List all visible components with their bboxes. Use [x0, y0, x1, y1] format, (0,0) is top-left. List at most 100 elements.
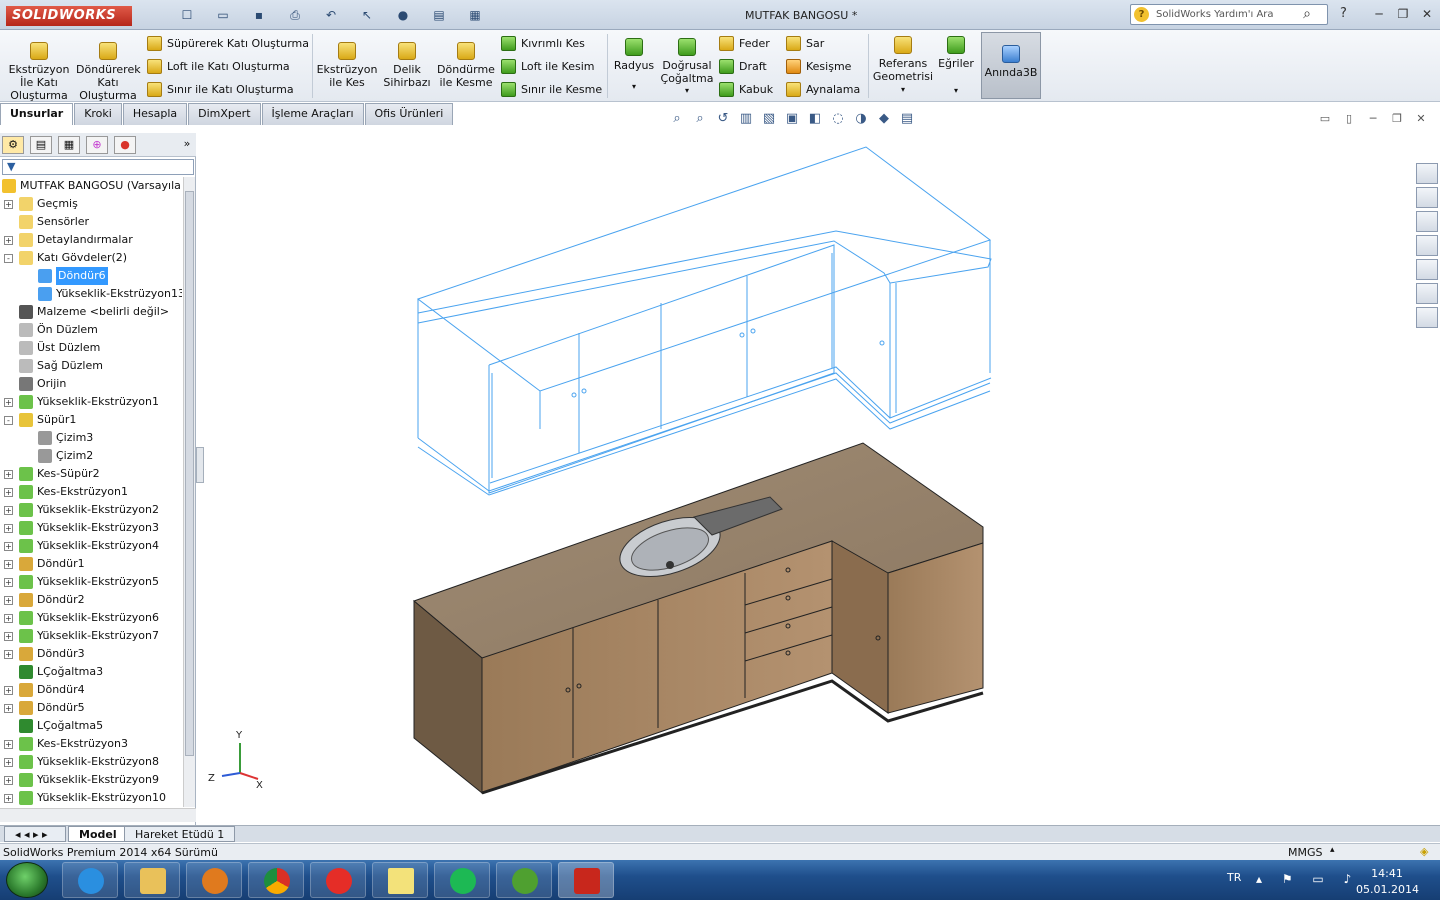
expand-icon[interactable]: + — [4, 200, 13, 209]
close-icon[interactable]: ✕ — [1412, 111, 1430, 127]
scrollbar-thumb[interactable] — [185, 191, 194, 756]
tree-item[interactable]: + Kes-Süpür2 — [0, 465, 182, 483]
chevron-down-icon[interactable]: ▾ — [660, 84, 714, 97]
expand-icon[interactable]: + — [4, 578, 13, 587]
tree-item[interactable]: LÇoğaltma5 — [0, 717, 182, 735]
solidworks-resources-icon[interactable] — [1416, 163, 1438, 184]
view-orientation-icon[interactable]: ▣ — [783, 110, 801, 128]
tree-item[interactable]: Malzeme <belirli değil> — [0, 303, 182, 321]
search-icon[interactable]: ⌕ — [1303, 6, 1311, 22]
start-button[interactable] — [6, 862, 48, 898]
tree-item[interactable]: Çizim3 — [0, 429, 182, 447]
expand-icon[interactable]: + — [4, 560, 13, 569]
graphics-area[interactable]: Y X Z — [204, 133, 1414, 825]
expand-icon[interactable]: + — [4, 236, 13, 245]
internet-explorer-button[interactable] — [62, 862, 118, 898]
tree-item[interactable]: + Yükseklik-Ekstrüzyon5 — [0, 573, 182, 591]
panel-collapse-handle[interactable] — [196, 447, 204, 483]
sticky-notes-button[interactable] — [372, 862, 428, 898]
media-player-button[interactable] — [186, 862, 242, 898]
custom-properties-icon[interactable] — [1416, 283, 1438, 304]
open-icon[interactable]: ▭ — [206, 6, 240, 24]
tray-icons[interactable]: ▴ ⚑ ▭ ♪ — [1256, 872, 1359, 886]
instant3d-button[interactable]: Anında3B — [981, 32, 1041, 99]
forum-icon[interactable] — [1416, 307, 1438, 328]
units-selector[interactable]: MMGS — [1288, 846, 1323, 859]
configuration-manager-tab-icon[interactable]: ▦ — [58, 136, 80, 154]
dynamic-annotation-icon[interactable]: ▧ — [760, 110, 778, 128]
expand-icon[interactable]: + — [4, 758, 13, 767]
select-icon[interactable]: ↖ — [350, 6, 384, 24]
minimize-icon[interactable]: ─ — [1370, 5, 1388, 23]
tree-item[interactable]: + Geçmiş — [0, 195, 182, 213]
expand-icon[interactable]: + — [4, 470, 13, 479]
chevron-down-icon[interactable]: ▾ — [936, 84, 976, 97]
help-search-box[interactable]: ? SolidWorks Yardım'ı Ara ⌕ — [1130, 4, 1328, 25]
expand-icon[interactable]: + — [4, 686, 13, 695]
tree-item[interactable]: + Döndür4 — [0, 681, 182, 699]
boundary-cut-button[interactable]: Sınır ile Kesme — [501, 80, 602, 98]
zoom-to-area-icon[interactable]: ⌕ — [691, 110, 709, 128]
extrude-boss-button[interactable]: Ekstrüzyon İle Katı Oluşturma — [8, 42, 70, 102]
mirror-button[interactable]: Aynalama — [786, 80, 860, 98]
expand-icon[interactable]: + — [4, 398, 13, 407]
design-library-icon[interactable] — [1416, 187, 1438, 208]
tree-item[interactable]: Üst Düzlem — [0, 339, 182, 357]
restore-icon[interactable]: ❐ — [1388, 111, 1406, 127]
tree-item[interactable]: Döndür6 — [0, 267, 182, 285]
lofted-cut-button[interactable]: Loft ile Kesim — [501, 57, 594, 75]
restore-icon[interactable]: ❐ — [1394, 5, 1412, 23]
chevron-right-icon[interactable]: » — [176, 136, 198, 154]
tree-item[interactable]: + Döndür3 — [0, 645, 182, 663]
edit-appearance-icon[interactable]: ◑ — [852, 110, 870, 128]
solidworks-taskbar-button[interactable] — [558, 862, 614, 898]
feature-tree-tab-icon[interactable]: ⚙ — [2, 136, 24, 154]
tree-item[interactable]: + Kes-Ekstrüzyon1 — [0, 483, 182, 501]
tree-item[interactable]: + Yükseklik-Ekstrüzyon2 — [0, 501, 182, 519]
tree-item[interactable]: + Yükseklik-Ekstrüzyon8 — [0, 753, 182, 771]
view-settings-icon[interactable]: ▤ — [898, 110, 916, 128]
chrome-button[interactable] — [248, 862, 304, 898]
tree-item[interactable]: + Döndür1 — [0, 555, 182, 573]
spotify-button[interactable] — [434, 862, 490, 898]
dimxpert-tab-icon[interactable]: ⊕ — [86, 136, 108, 154]
viewport-layout-icon[interactable]: ▭ — [1316, 111, 1334, 127]
tree-item[interactable]: Orijin — [0, 375, 182, 393]
shell-button[interactable]: Kabuk — [719, 80, 773, 98]
rebuild-status-icon[interactable]: ◈ — [1420, 845, 1428, 858]
expand-icon[interactable]: + — [4, 542, 13, 551]
tree-item[interactable]: + Yükseklik-Ekstrüzyon9 — [0, 771, 182, 789]
zoom-to-fit-icon[interactable]: ⌕ — [668, 110, 686, 128]
tab-dimxpert[interactable]: DimXpert — [188, 103, 261, 125]
tab-features[interactable]: Unsurlar — [0, 103, 74, 125]
tree-item[interactable]: - Süpür1 — [0, 411, 182, 429]
expand-icon[interactable]: + — [4, 704, 13, 713]
tree-item[interactable]: + Kes-Ekstrüzyon3 — [0, 735, 182, 753]
vertical-scrollbar[interactable] — [183, 177, 195, 807]
curves-button[interactable]: Eğriler ▾ — [936, 36, 976, 97]
display-manager-tab-icon[interactable]: ● — [114, 136, 136, 154]
tab-evaluate[interactable]: Hesapla — [122, 103, 188, 125]
expand-icon[interactable]: + — [4, 596, 13, 605]
hide-show-items-icon[interactable]: ◌ — [829, 110, 847, 128]
swept-boss-button[interactable]: Süpürerek Katı Oluşturma — [147, 34, 309, 52]
rebuild-icon[interactable]: ● — [386, 6, 420, 24]
expand-icon[interactable]: + — [4, 776, 13, 785]
help-search-input[interactable]: SolidWorks Yardım'ı Ara — [1156, 9, 1274, 20]
expand-icon[interactable]: + — [4, 488, 13, 497]
viewport-tile-icon[interactable]: ▯ — [1340, 111, 1358, 127]
tree-item[interactable]: + Yükseklik-Ekstrüzyon4 — [0, 537, 182, 555]
language-indicator[interactable]: TR — [1227, 871, 1241, 884]
tab-office-products[interactable]: Ofis Ürünleri — [364, 103, 454, 125]
print-icon[interactable]: ⎙ — [278, 6, 312, 24]
tab-model[interactable]: Model — [68, 826, 128, 842]
tab-sketch[interactable]: Kroki — [74, 103, 122, 125]
undo-icon[interactable]: ↶ — [314, 6, 348, 24]
utorrent-button[interactable] — [496, 862, 552, 898]
chevron-down-icon[interactable]: ▾ — [872, 83, 934, 96]
previous-view-icon[interactable]: ↺ — [714, 110, 732, 128]
help-menu-icon[interactable]: ? — [1340, 6, 1347, 21]
fillet-button[interactable]: Radyus ▾ — [612, 38, 656, 93]
expand-icon[interactable]: + — [4, 632, 13, 641]
hole-wizard-button[interactable]: Delik Sihirbazı — [382, 42, 432, 89]
